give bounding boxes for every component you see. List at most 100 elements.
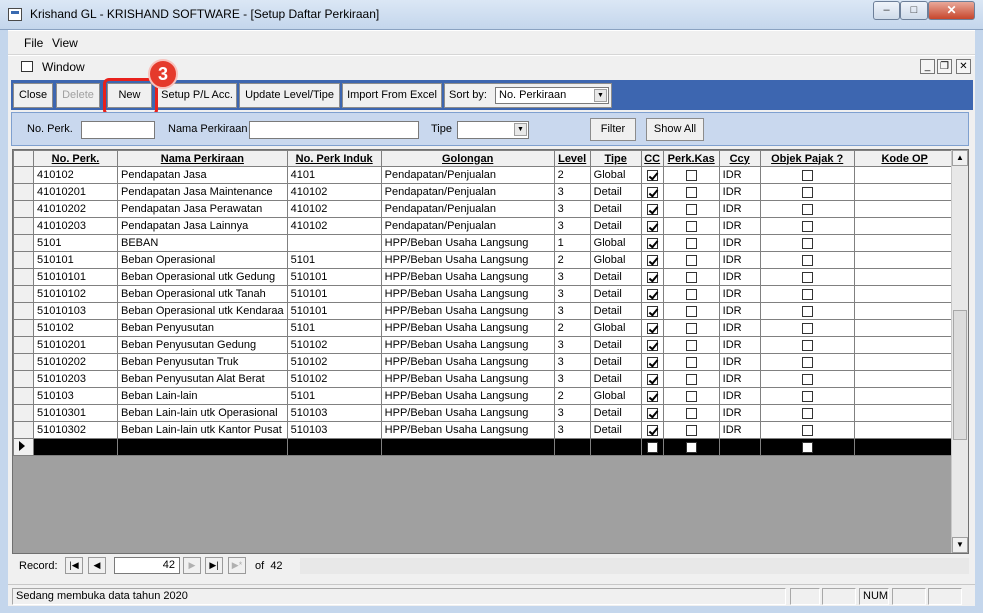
- row-selector[interactable]: [13, 183, 34, 201]
- checkbox-cell[interactable]: [662, 421, 720, 439]
- no-perk-cell[interactable]: 410102: [33, 166, 118, 184]
- checkbox-cell[interactable]: [640, 336, 664, 354]
- checkbox-cell[interactable]: [662, 285, 720, 303]
- current-record-input[interactable]: 42: [114, 557, 180, 574]
- col-tipe-header[interactable]: Tipe: [589, 150, 642, 167]
- row-selector[interactable]: [13, 370, 34, 388]
- checked-checkbox-icon[interactable]: [646, 186, 658, 198]
- mdi-close-button[interactable]: ✕: [956, 59, 971, 74]
- nama-perkiraan-cell[interactable]: Beban Lain-lain: [117, 387, 288, 405]
- level-cell[interactable]: 3: [553, 183, 591, 201]
- no-perk-cell[interactable]: 51010202: [33, 353, 118, 371]
- no-perk-cell[interactable]: 51010302: [33, 421, 118, 439]
- table-row[interactable]: 41010202 Pendapatan Jasa Perawatan 410102 P…: [13, 200, 956, 218]
- checkbox-cell[interactable]: [759, 319, 855, 337]
- menu-window[interactable]: Window: [42, 60, 85, 74]
- kode-op-cell[interactable]: [853, 251, 956, 269]
- unchecked-checkbox-icon[interactable]: [801, 288, 813, 300]
- checkbox-cell[interactable]: [662, 166, 720, 184]
- ccy-cell[interactable]: IDR: [718, 183, 761, 201]
- table-row[interactable]: 51010103 Beban Operasional utk Kendaraa 51…: [13, 302, 956, 320]
- next-record-icon[interactable]: ▶: [183, 557, 201, 574]
- new-record-icon[interactable]: ▶*: [228, 557, 246, 574]
- golongan-cell[interactable]: HPP/Beban Usaha Langsung: [380, 302, 555, 320]
- unchecked-checkbox-icon[interactable]: [685, 424, 697, 436]
- no-perk-induk-cell[interactable]: 5101: [286, 251, 382, 269]
- table-row[interactable]: 41010201 Pendapatan Jasa Maintenance 41010…: [13, 183, 956, 201]
- show-all-button[interactable]: Show All: [646, 118, 704, 141]
- col-no-perk-induk-header[interactable]: No. Perk Induk: [286, 150, 382, 167]
- checkbox-cell[interactable]: [640, 183, 664, 201]
- unchecked-checkbox-icon[interactable]: [685, 322, 697, 334]
- level-cell[interactable]: 3: [553, 200, 591, 218]
- ccy-cell[interactable]: IDR: [718, 319, 761, 337]
- no-perk-induk-cell[interactable]: 510101: [286, 302, 382, 320]
- golongan-cell[interactable]: HPP/Beban Usaha Langsung: [380, 387, 555, 405]
- col-golongan-header[interactable]: Golongan: [380, 150, 555, 167]
- golongan-cell[interactable]: HPP/Beban Usaha Langsung: [380, 234, 555, 252]
- delete-button[interactable]: Delete: [56, 83, 100, 108]
- kode-op-cell[interactable]: [853, 285, 956, 303]
- level-cell[interactable]: 2: [553, 387, 591, 405]
- ccy-cell[interactable]: IDR: [718, 217, 761, 235]
- checkbox-cell[interactable]: [759, 200, 855, 218]
- level-cell[interactable]: 3: [553, 285, 591, 303]
- col-cc-header[interactable]: CC: [640, 150, 664, 167]
- level-cell[interactable]: 3: [553, 353, 591, 371]
- row-selector[interactable]: [13, 200, 34, 218]
- level-cell[interactable]: 1: [553, 234, 591, 252]
- golongan-cell[interactable]: HPP/Beban Usaha Langsung: [380, 268, 555, 286]
- mdi-minimize-button[interactable]: _: [920, 59, 935, 74]
- level-cell[interactable]: 3: [553, 370, 591, 388]
- checked-checkbox-icon[interactable]: [646, 288, 658, 300]
- checkbox-cell[interactable]: [759, 234, 855, 252]
- row-selector[interactable]: [13, 336, 34, 354]
- col-ccy-header[interactable]: Ccy: [718, 150, 761, 167]
- no-perk-cell[interactable]: 510101: [33, 251, 118, 269]
- kode-op-cell[interactable]: [853, 319, 956, 337]
- no-perk-cell[interactable]: 5101: [33, 234, 118, 252]
- unchecked-checkbox-icon[interactable]: [801, 339, 813, 351]
- row-selector[interactable]: [13, 353, 34, 371]
- checked-checkbox-icon[interactable]: [646, 322, 658, 334]
- nama-perkiraan-cell[interactable]: Beban Penyusutan: [117, 319, 288, 337]
- kode-op-cell[interactable]: [853, 166, 956, 184]
- tipe-cell[interactable]: Detail: [589, 183, 642, 201]
- tipe-cell[interactable]: Detail: [589, 268, 642, 286]
- unchecked-checkbox-icon[interactable]: [801, 390, 813, 402]
- level-cell[interactable]: 2: [553, 166, 591, 184]
- nama-perkiraan-cell[interactable]: Beban Lain-lain utk Kantor Pusat: [117, 421, 288, 439]
- no-perk-cell[interactable]: 41010201: [33, 183, 118, 201]
- nama-perkiraan-cell[interactable]: Beban Operasional: [117, 251, 288, 269]
- checked-checkbox-icon[interactable]: [646, 220, 658, 232]
- no-perk-induk-cell[interactable]: 410102: [286, 217, 382, 235]
- no-perk-cell[interactable]: 51010102: [33, 285, 118, 303]
- close-window-button[interactable]: ✕: [928, 1, 975, 20]
- level-cell[interactable]: 3: [553, 404, 591, 422]
- checkbox-cell[interactable]: [759, 183, 855, 201]
- tipe-cell[interactable]: Detail: [589, 353, 642, 371]
- kode-op-cell[interactable]: [853, 421, 956, 439]
- menu-file[interactable]: File: [24, 36, 43, 50]
- checkbox-cell[interactable]: [662, 370, 720, 388]
- checkbox-cell[interactable]: [662, 217, 720, 235]
- unchecked-checkbox-icon[interactable]: [801, 305, 813, 317]
- tipe-cell[interactable]: Detail: [589, 302, 642, 320]
- ccy-cell[interactable]: IDR: [718, 353, 761, 371]
- tipe-select[interactable]: ▼: [457, 121, 529, 139]
- ccy-cell[interactable]: IDR: [718, 421, 761, 439]
- no-perk-induk-cell[interactable]: 510102: [286, 370, 382, 388]
- tipe-cell[interactable]: Global: [589, 251, 642, 269]
- tipe-cell[interactable]: Detail: [589, 421, 642, 439]
- tipe-cell[interactable]: Detail: [589, 217, 642, 235]
- row-selector[interactable]: [13, 234, 34, 252]
- no-perk-induk-cell[interactable]: 510103: [286, 404, 382, 422]
- current-row-marker[interactable]: [13, 438, 34, 456]
- ccy-cell[interactable]: IDR: [718, 404, 761, 422]
- row-selector[interactable]: [13, 251, 34, 269]
- checkbox-cell[interactable]: [759, 353, 855, 371]
- kode-op-cell[interactable]: [853, 183, 956, 201]
- no-perk-cell[interactable]: 41010203: [33, 217, 118, 235]
- checkbox-cell[interactable]: [662, 268, 720, 286]
- golongan-cell[interactable]: HPP/Beban Usaha Langsung: [380, 285, 555, 303]
